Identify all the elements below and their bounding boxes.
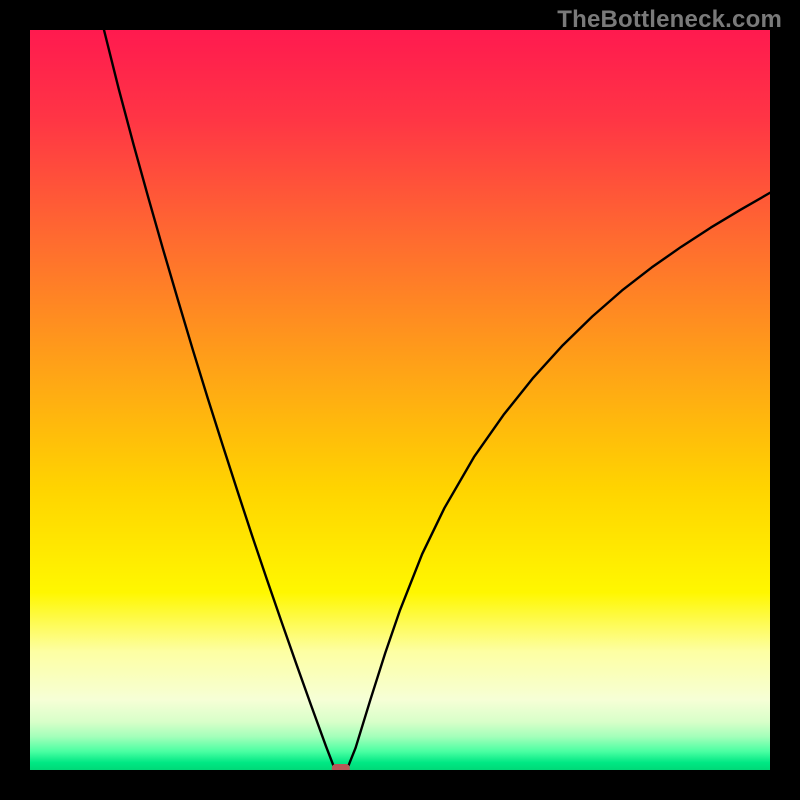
gradient-background: [30, 30, 770, 770]
plot-area: [30, 30, 770, 770]
optimum-marker: [332, 764, 350, 770]
outer-frame: TheBottleneck.com: [0, 0, 800, 800]
bottleneck-chart: [30, 30, 770, 770]
